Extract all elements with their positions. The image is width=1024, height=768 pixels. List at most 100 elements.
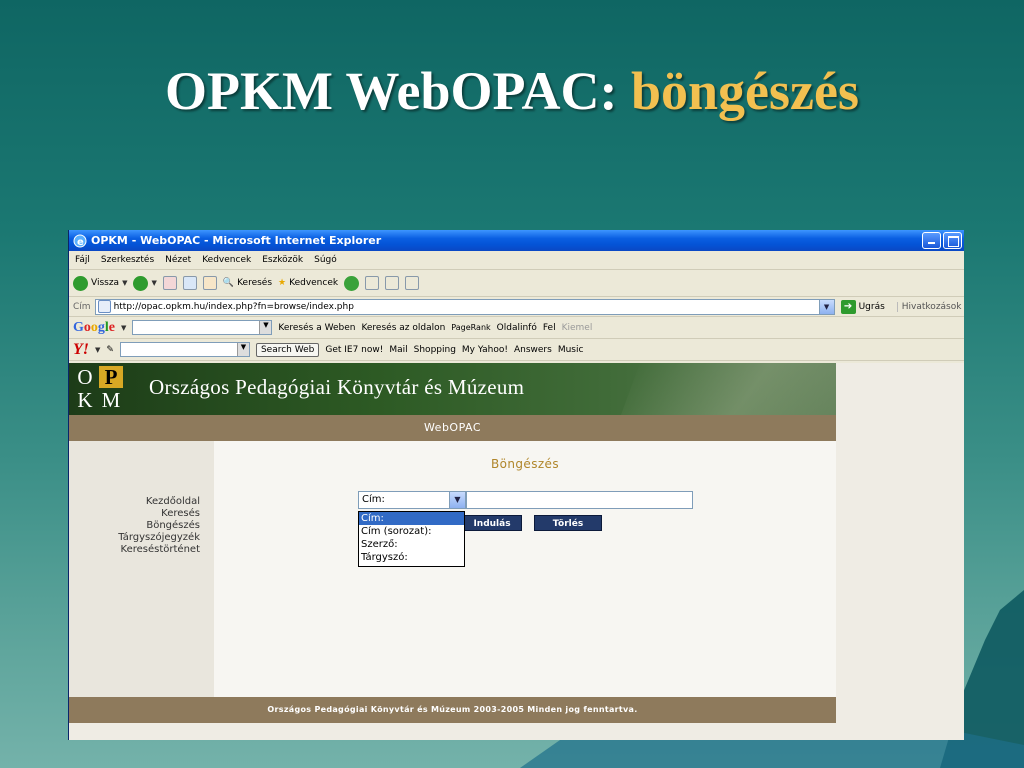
menu-bar: Fájl Szerkesztés Nézet Kedvencek Eszközö… (69, 251, 964, 270)
webopac-header: WebOPAC (69, 415, 836, 441)
stop-icon[interactable] (162, 276, 177, 290)
logo-letter-k: K (77, 388, 93, 412)
site-banner: O P K M Országos Pedagógiai Könyvtár és … (69, 363, 836, 415)
mail-icon[interactable] (365, 276, 380, 290)
address-input[interactable]: http://opac.opkm.hu/index.php?fn=browse/… (94, 298, 835, 315)
yahoo-dropdown-icon[interactable]: ▼ (236, 343, 249, 356)
pencil-icon[interactable]: ✎ (106, 345, 114, 355)
ie-icon: e (73, 234, 87, 248)
page-viewport: O P K M Országos Pedagógiai Könyvtár és … (69, 363, 964, 740)
google-toolbar: Google ▼ ▼ Keresés a Weben Keresés az ol… (69, 317, 964, 339)
browse-term-input[interactable] (466, 491, 693, 509)
google-menu-icon[interactable]: ▼ (121, 324, 126, 332)
menu-view[interactable]: Nézet (165, 255, 191, 265)
option-author[interactable]: Szerző: (359, 538, 464, 551)
option-title[interactable]: Cím: (359, 512, 464, 525)
back-label: Vissza (91, 278, 120, 288)
google-search-web[interactable]: Keresés a Weben (278, 323, 355, 333)
menu-edit[interactable]: Szerkesztés (101, 255, 154, 265)
address-url: http://opac.opkm.hu/index.php?fn=browse/… (113, 301, 354, 312)
address-bar: Cím http://opac.opkm.hu/index.php?fn=bro… (69, 297, 964, 317)
yahoo-logo[interactable]: Y! (73, 341, 89, 359)
nav-search-history[interactable]: Kereséstörténet (118, 544, 200, 556)
opkm-logo[interactable]: O P K M (73, 366, 131, 412)
main-content: Böngészés Cím: ▼ Cím: Cím (sorozat): Sze… (214, 441, 836, 697)
standard-toolbar: Vissza ▼ ▼ 🔍 Keresés ★ Kedvencek (69, 270, 964, 297)
address-dropdown-icon[interactable]: ▼ (818, 299, 834, 314)
slide-title-accent: böngészés (630, 61, 859, 121)
yahoo-answers-link[interactable]: Answers (514, 345, 552, 355)
back-button[interactable]: Vissza ▼ (73, 275, 127, 291)
menu-help[interactable]: Súgó (314, 255, 337, 265)
svg-text:e: e (77, 237, 84, 248)
star-icon: ★ (278, 278, 287, 288)
clear-button[interactable]: Törlés (534, 515, 602, 531)
window-titlebar: e OPKM - WebOPAC - Microsoft Internet Ex… (69, 230, 964, 251)
favorites-label: Kedvencek (289, 278, 339, 288)
chevron-down-icon[interactable]: ▼ (449, 492, 465, 508)
google-logo[interactable]: Google (73, 320, 115, 336)
yahoo-mail-link[interactable]: Mail (389, 345, 407, 355)
option-subject[interactable]: Tárgyszó: (359, 551, 464, 564)
slide-title-main: OPKM WebOPAC: (165, 61, 631, 121)
go-label: Ugrás (858, 301, 885, 312)
back-dropdown-icon[interactable]: ▼ (122, 279, 127, 287)
home-icon[interactable] (202, 276, 217, 290)
get-ie7-link[interactable]: Get IE7 now! (325, 345, 383, 355)
left-navigation: Kezdőoldal Keresés Böngészés Tárgyszójeg… (69, 441, 214, 697)
menu-file[interactable]: Fájl (75, 255, 90, 265)
book-background-decoration (614, 363, 836, 415)
nav-browse[interactable]: Böngészés (118, 520, 200, 532)
nav-home[interactable]: Kezdőoldal (118, 496, 200, 508)
search-button[interactable]: 🔍 Keresés (223, 278, 272, 288)
option-series-title[interactable]: Cím (sorozat): (359, 525, 464, 538)
refresh-icon[interactable] (182, 276, 197, 290)
yahoo-search-web-button[interactable]: Search Web (255, 342, 320, 357)
address-label: Cím (73, 301, 91, 312)
highlight-button[interactable]: Kiemel (562, 323, 593, 333)
my-yahoo-link[interactable]: My Yahoo! (462, 345, 508, 355)
history-icon[interactable] (344, 275, 360, 291)
print-icon[interactable] (385, 276, 400, 290)
browse-field-value: Cím: (362, 494, 385, 505)
window-title: OPKM - WebOPAC - Microsoft Internet Expl… (91, 234, 382, 247)
yahoo-music-link[interactable]: Music (558, 345, 584, 355)
yahoo-menu-icon[interactable]: ▼ (95, 346, 100, 354)
page-footer: Országos Pedagógiai Könyvtár és Múzeum 2… (69, 697, 836, 723)
go-button[interactable]: ➔ Ugrás (840, 299, 885, 314)
logo-letter-o: O (77, 365, 93, 389)
search-icon: 🔍 (222, 278, 235, 288)
forward-button[interactable]: ▼ (133, 275, 157, 291)
logo-letter-p: P (99, 366, 123, 388)
right-gutter (836, 363, 964, 740)
up-button[interactable]: Fel (543, 323, 556, 333)
content-title: Böngészés (491, 457, 559, 471)
google-dropdown-icon[interactable]: ▼ (259, 321, 272, 334)
yahoo-shopping-link[interactable]: Shopping (414, 345, 456, 355)
nav-subject-index[interactable]: Tárgyszójegyzék (118, 532, 200, 544)
menu-favorites[interactable]: Kedvencek (202, 255, 251, 265)
pageinfo-button[interactable]: Oldalinfó (497, 323, 537, 333)
google-search-site[interactable]: Keresés az oldalon (361, 323, 445, 333)
maximize-button[interactable] (943, 232, 962, 249)
links-label[interactable]: Hivatkozások (896, 301, 961, 312)
back-arrow-icon (73, 275, 88, 291)
search-label: Keresés (237, 278, 273, 288)
logo-letter-m: M (101, 388, 121, 412)
forward-dropdown-icon[interactable]: ▼ (151, 279, 156, 287)
menu-tools[interactable]: Eszközök (262, 255, 303, 265)
yahoo-toolbar: Y! ▼ ✎ ▼ Search Web Get IE7 now! Mail Sh… (69, 339, 964, 361)
browser-window: e OPKM - WebOPAC - Microsoft Internet Ex… (68, 230, 964, 740)
start-button[interactable]: Indulás (462, 515, 522, 531)
go-arrow-icon: ➔ (840, 299, 856, 314)
minimize-button[interactable] (922, 232, 941, 249)
favorites-button[interactable]: ★ Kedvencek (278, 278, 338, 288)
page-bottom-margin (69, 723, 836, 740)
yahoo-search-input[interactable]: ▼ (119, 342, 250, 357)
edit-icon[interactable] (405, 276, 420, 290)
browse-field-select[interactable]: Cím: ▼ (358, 491, 466, 509)
nav-search[interactable]: Keresés (118, 508, 200, 520)
google-search-input[interactable]: ▼ (132, 320, 273, 335)
webopac-page: O P K M Országos Pedagógiai Könyvtár és … (69, 363, 836, 740)
page-icon (97, 300, 111, 313)
